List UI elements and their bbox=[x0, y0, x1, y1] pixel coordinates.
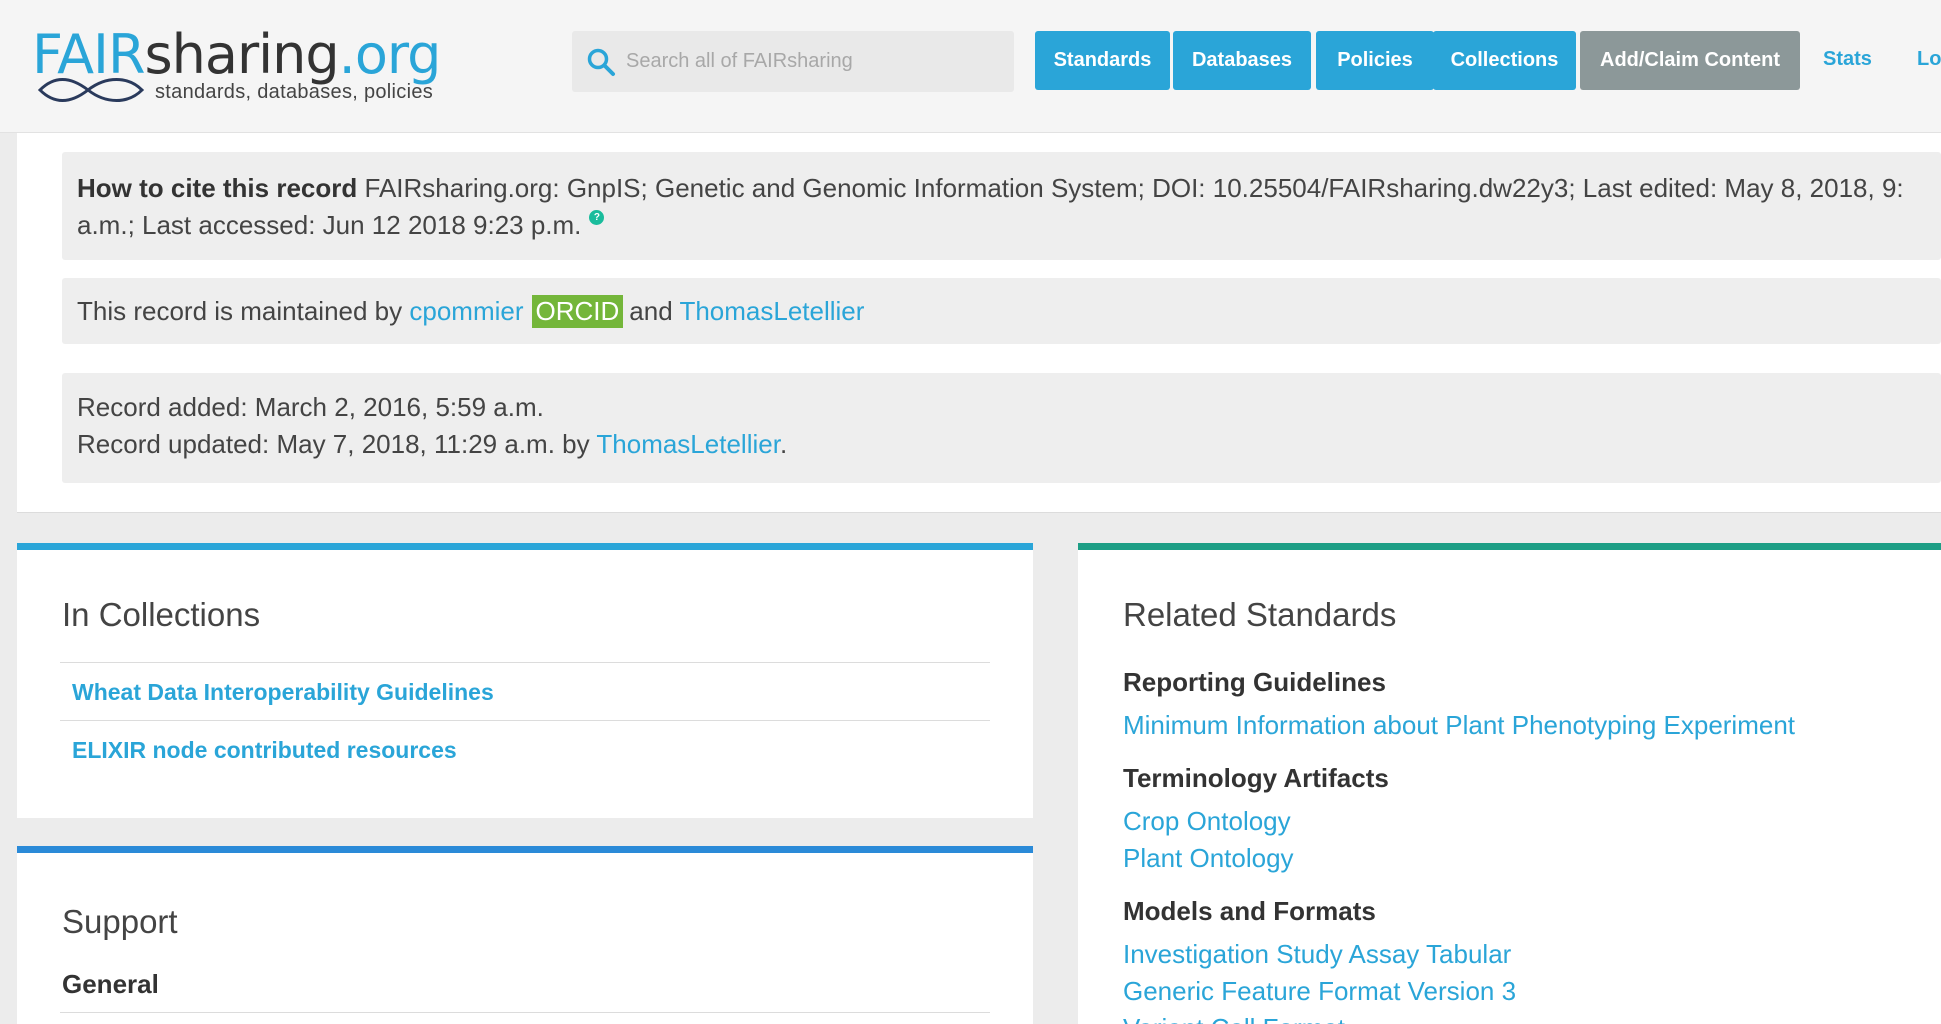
terminology-artifacts-heading: Terminology Artifacts bbox=[1123, 763, 1389, 793]
divider bbox=[60, 1012, 990, 1013]
related-link-isa-tab[interactable]: Investigation Study Assay Tabular bbox=[1123, 939, 1511, 970]
support-general-heading: General bbox=[62, 969, 159, 999]
help-icon[interactable]: ? bbox=[589, 210, 605, 225]
infinity-wave-icon bbox=[37, 78, 145, 102]
collection-row[interactable]: ELIXIR node contributed resources bbox=[60, 720, 990, 778]
related-standards-card: Related Standards Reporting Guidelines M… bbox=[1078, 543, 1941, 1024]
related-standards-title: Related Standards bbox=[1123, 596, 1397, 633]
related-link-plant-ontology[interactable]: Plant Ontology bbox=[1123, 843, 1294, 874]
related-link-vcf[interactable]: Variant Call Format bbox=[1123, 1013, 1345, 1024]
collection-link-elixir[interactable]: ELIXIR node contributed resources bbox=[72, 737, 457, 764]
citation-line-2: a.m.; Last accessed: Jun 12 2018 9:23 p.… bbox=[77, 207, 1941, 244]
record-dates-box: Record added: March 2, 2016, 5:59 a.m. R… bbox=[62, 373, 1941, 483]
updated-by-link[interactable]: ThomasLetellier bbox=[596, 429, 780, 459]
citation-box: How to cite this record FAIRsharing.org:… bbox=[62, 152, 1941, 260]
record-updated-line: Record updated: May 7, 2018, 11:29 a.m. … bbox=[77, 426, 1941, 463]
support-card: Support General bbox=[17, 846, 1033, 1024]
collection-row[interactable]: Wheat Data Interoperability Guidelines bbox=[60, 662, 990, 720]
fairsharing-logo[interactable]: FAIRsharing.org standards, databases, po… bbox=[32, 24, 452, 110]
maintainer-link-thomasletellier[interactable]: ThomasLetellier bbox=[679, 296, 864, 326]
maintained-by-label: This record is maintained by bbox=[77, 296, 403, 326]
citation-text: FAIRsharing.org: GnpIS; Genetic and Geno… bbox=[364, 173, 1904, 203]
related-link-gff3[interactable]: Generic Feature Format Version 3 bbox=[1123, 976, 1516, 1007]
site-header: FAIRsharing.org standards, databases, po… bbox=[0, 0, 1941, 133]
search-input[interactable] bbox=[626, 41, 996, 81]
orcid-badge[interactable]: ORCID bbox=[531, 295, 624, 328]
record-updated-text: Record updated: May 7, 2018, 11:29 a.m. … bbox=[77, 429, 590, 459]
stats-link[interactable]: Stats bbox=[1823, 48, 1872, 71]
in-collections-card: In Collections Wheat Data Interoperabili… bbox=[17, 543, 1033, 818]
models-formats-heading: Models and Formats bbox=[1123, 896, 1376, 926]
citation-label: How to cite this record bbox=[77, 173, 358, 203]
and-text: and bbox=[629, 296, 673, 326]
nav-databases-button[interactable]: Databases bbox=[1173, 31, 1311, 90]
related-link-mippe[interactable]: Minimum Information about Plant Phenotyp… bbox=[1123, 710, 1795, 741]
record-added-text: Record added: March 2, 2016, 5:59 a.m. bbox=[77, 392, 544, 422]
maintainers-box: This record is maintained by cpommier ORC… bbox=[62, 278, 1941, 344]
maintainer-link-cpommier[interactable]: cpommier bbox=[409, 296, 523, 326]
logo-tagline: standards, databases, policies bbox=[155, 81, 434, 103]
citation-text-2: a.m.; Last accessed: Jun 12 2018 9:23 p.… bbox=[77, 210, 582, 240]
related-link-crop-ontology[interactable]: Crop Ontology bbox=[1123, 806, 1291, 837]
nav-standards-button[interactable]: Standards bbox=[1035, 31, 1170, 90]
add-claim-content-button[interactable]: Add/Claim Content bbox=[1580, 31, 1800, 90]
updated-suffix: . bbox=[779, 429, 788, 459]
search-box[interactable] bbox=[572, 31, 1014, 92]
search-icon bbox=[587, 48, 615, 76]
support-title: Support bbox=[62, 903, 178, 940]
login-link[interactable]: Log bbox=[1917, 48, 1941, 71]
collection-link-wheat[interactable]: Wheat Data Interoperability Guidelines bbox=[72, 679, 494, 706]
record-info-panel: How to cite this record FAIRsharing.org:… bbox=[17, 133, 1941, 513]
nav-collections-button[interactable]: Collections bbox=[1433, 31, 1576, 90]
nav-policies-button[interactable]: Policies bbox=[1316, 31, 1434, 90]
reporting-guidelines-heading: Reporting Guidelines bbox=[1123, 667, 1386, 697]
citation-line-1: How to cite this record FAIRsharing.org:… bbox=[77, 170, 1941, 207]
in-collections-title: In Collections bbox=[62, 596, 261, 633]
